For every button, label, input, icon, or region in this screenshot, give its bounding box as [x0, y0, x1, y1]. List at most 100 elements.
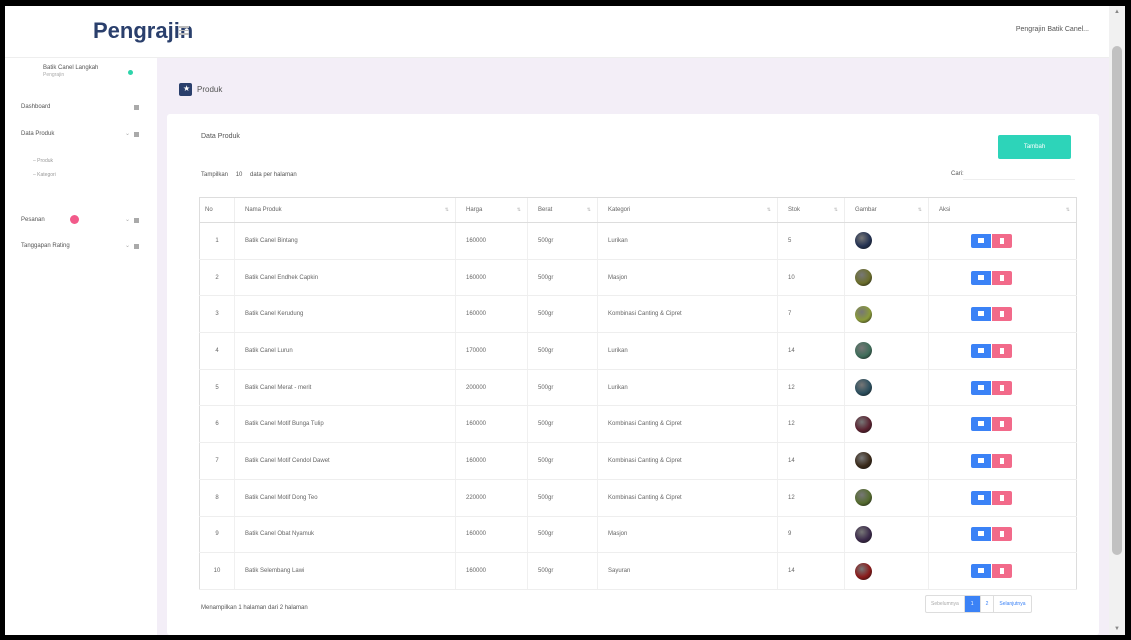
search-input[interactable] [963, 168, 1075, 180]
column-header-berat[interactable]: Berat ⇅ [527, 197, 598, 223]
delete-button[interactable] [992, 564, 1012, 579]
sidebar-item-data-produk[interactable]: Data Produk ⌄ [21, 131, 139, 141]
edit-icon [978, 457, 984, 463]
edit-button[interactable] [971, 380, 991, 395]
product-thumbnail[interactable] [855, 489, 872, 507]
action-buttons [971, 453, 1012, 468]
cell-berat: 500gr [527, 405, 598, 444]
column-header-no[interactable]: No [199, 197, 235, 223]
edit-button[interactable] [971, 453, 991, 468]
main-content: ★ Produk Data Produk Tambah Tampilkan 10… [157, 58, 1109, 635]
table-row: 2 Batik Canel Endhek Capkin 160000 500gr Mas… [199, 259, 1077, 297]
cell-no: 1 [199, 222, 235, 260]
edit-button[interactable] [971, 343, 991, 358]
delete-button[interactable] [992, 417, 1012, 432]
edit-button[interactable] [971, 527, 991, 542]
notification-badge [70, 215, 79, 224]
sidebar-subitem-produk[interactable]: – Produk [33, 158, 53, 164]
cell-aksi [928, 222, 1077, 260]
delete-button[interactable] [992, 270, 1012, 285]
table-row: 7 Batik Canel Motif Cendol Dawet 160000 500… [199, 442, 1077, 480]
cell-berat: 500gr [527, 479, 598, 517]
sidebar-item-pesanan[interactable]: Pesanan ⌄ [21, 215, 139, 227]
column-header-nama[interactable]: Nama Produk ⇅ [234, 197, 456, 223]
scroll-up-icon[interactable]: ▲ [1114, 9, 1120, 15]
cell-aksi [928, 259, 1077, 297]
product-table: No Nama Produk ⇅ Harga ⇅ Berat ⇅ Kategori ⇅ … [199, 197, 1077, 590]
pagination-page-1[interactable]: 1 [964, 596, 981, 612]
menu-toggle-icon[interactable] [179, 26, 189, 37]
cell-stok: 12 [777, 479, 845, 517]
delete-button[interactable] [992, 453, 1012, 468]
product-thumbnail[interactable] [855, 342, 872, 360]
column-header-aksi[interactable]: Aksi ⇅ [928, 197, 1077, 223]
trash-icon [1000, 494, 1004, 501]
table-row: 5 Batik Canel Merat - merit 200000 500gr Lur… [199, 369, 1077, 407]
pagination-previous[interactable]: Sebelumnya [926, 596, 965, 612]
sidebar-item-tanggapan-rating[interactable]: Tanggapan Rating ⌄ [21, 243, 139, 253]
column-header-gambar[interactable]: Gambar ⇅ [844, 197, 929, 223]
delete-button[interactable] [992, 307, 1012, 322]
trash-icon [1000, 421, 1004, 428]
column-header-harga[interactable]: Harga ⇅ [455, 197, 528, 223]
cell-harga: 160000 [455, 516, 528, 554]
cell-gambar [844, 442, 929, 480]
product-thumbnail[interactable] [855, 562, 872, 580]
cell-nama: Batik Canel Motif Cendol Dawet [234, 442, 456, 480]
cell-stok: 7 [777, 295, 845, 334]
scroll-down-icon[interactable]: ▼ [1114, 626, 1120, 632]
trash-icon [1000, 274, 1004, 281]
show-suffix: data per halaman [250, 172, 297, 178]
product-thumbnail[interactable] [855, 525, 872, 543]
scrollbar-thumb[interactable] [1112, 46, 1122, 555]
cell-nama: Batik Canel Bintang [234, 222, 456, 260]
star-icon [134, 244, 139, 249]
cell-no: 10 [199, 552, 235, 590]
pagination-page-2[interactable]: 2 [981, 596, 995, 612]
product-thumbnail[interactable] [855, 305, 872, 323]
cell-gambar [844, 332, 929, 370]
product-thumbnail[interactable] [855, 232, 872, 250]
cell-stok: 9 [777, 516, 845, 554]
sort-icon: ⇅ [444, 207, 449, 213]
cell-berat: 500gr [527, 259, 598, 297]
edit-button[interactable] [971, 564, 991, 579]
cell-berat: 500gr [527, 552, 598, 590]
table-row: 6 Batik Canel Motif Bunga Tulip 160000 500g… [199, 405, 1077, 444]
add-product-button[interactable]: Tambah [998, 135, 1071, 159]
vertical-scrollbar[interactable]: ▲ ▼ [1109, 6, 1125, 635]
cell-no: 9 [199, 516, 235, 554]
user-menu[interactable]: Pengrajin Batik Canel... [1016, 26, 1089, 33]
page-length-select[interactable]: 10 [236, 172, 243, 178]
column-header-kategori[interactable]: Kategori ⇅ [597, 197, 778, 223]
cell-no: 4 [199, 332, 235, 370]
product-thumbnail[interactable] [855, 452, 872, 470]
edit-button[interactable] [971, 307, 991, 322]
cell-gambar [844, 405, 929, 444]
cell-stok: 10 [777, 259, 845, 297]
edit-button[interactable] [971, 490, 991, 505]
table-info: Menampilkan 1 halaman dari 2 halaman [201, 605, 308, 611]
cell-aksi [928, 516, 1077, 554]
delete-button[interactable] [992, 490, 1012, 505]
product-thumbnail[interactable] [855, 415, 872, 433]
edit-button[interactable] [971, 270, 991, 285]
table-header-row: No Nama Produk ⇅ Harga ⇅ Berat ⇅ Kategori ⇅ … [199, 197, 1077, 223]
delete-button[interactable] [992, 343, 1012, 358]
action-buttons [971, 343, 1012, 358]
sidebar-subitem-kategori[interactable]: – Kategori [33, 172, 56, 178]
action-buttons [971, 270, 1012, 285]
edit-button[interactable] [971, 417, 991, 432]
pagination-next[interactable]: Selanjutnya [994, 596, 1030, 612]
column-header-stok[interactable]: Stok ⇅ [777, 197, 845, 223]
sidebar-item-dashboard[interactable]: Dashboard [21, 104, 139, 114]
edit-button[interactable] [971, 233, 991, 248]
delete-button[interactable] [992, 233, 1012, 248]
delete-button[interactable] [992, 527, 1012, 542]
product-thumbnail[interactable] [855, 379, 872, 397]
product-thumbnail[interactable] [855, 269, 872, 287]
cell-gambar [844, 222, 929, 260]
cell-nama: Batik Canel Merat - merit [234, 369, 456, 407]
action-buttons [971, 490, 1012, 505]
delete-button[interactable] [992, 380, 1012, 395]
